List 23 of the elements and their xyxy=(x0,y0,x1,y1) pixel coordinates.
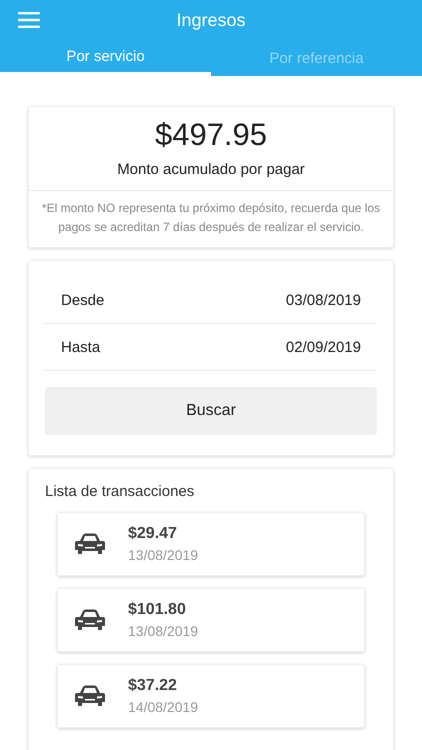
deposit-note: *El monto NO representa tu próximo depósito, recuerda que los pagos se acreditan 7 días después de realizar el servicio. xyxy=(40,200,382,236)
search-button[interactable]: Buscar xyxy=(45,387,377,435)
page-title: Ingresos xyxy=(176,10,246,30)
transaction-item[interactable]: $37.22 14/08/2019 xyxy=(57,664,365,728)
date-value[interactable]: 03/08/2019 xyxy=(286,292,361,308)
date-value[interactable]: 02/09/2019 xyxy=(286,338,361,356)
date-label: Desde xyxy=(61,292,104,308)
date-label: Hasta xyxy=(61,338,100,356)
transaction-item[interactable]: $101.80 13/08/2019 xyxy=(57,588,365,652)
car-icon xyxy=(74,532,106,556)
amount-caption: Monto acumulado por pagar xyxy=(117,161,305,178)
transaction-date: 14/08/2019 xyxy=(128,699,198,715)
car-icon xyxy=(74,684,106,708)
transaction-amount: $101.80 xyxy=(128,601,187,619)
menu-icon[interactable] xyxy=(18,12,40,28)
list-title: Lista de transacciones xyxy=(45,483,196,500)
transaction-item[interactable]: $29.47 13/08/2019 xyxy=(57,512,365,576)
transaction-date: 13/08/2019 xyxy=(128,623,198,639)
transaction-amount: $37.22 xyxy=(128,677,178,695)
transaction-amount: $29.47 xyxy=(128,525,178,543)
car-icon xyxy=(74,608,106,632)
transaction-date: 13/08/2019 xyxy=(128,547,198,563)
total-amount: $497.95 xyxy=(154,117,268,153)
